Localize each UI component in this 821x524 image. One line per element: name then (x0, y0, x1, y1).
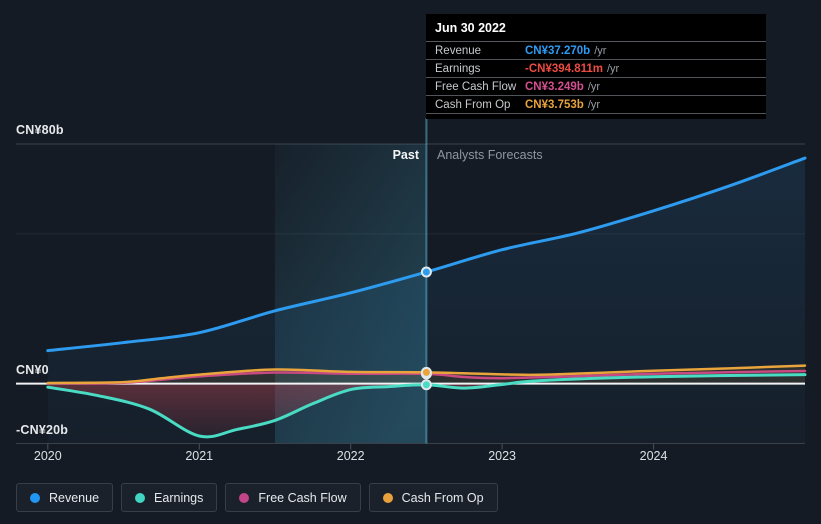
legend-item-earnings[interactable]: Earnings (121, 483, 218, 512)
tooltip-value: -CN¥394.811m (525, 62, 603, 75)
y-axis-label-neg20b: -CN¥20b (16, 422, 69, 437)
cash-from-op-dot-icon (382, 492, 393, 503)
tooltip-row-earnings: Earnings -CN¥394.811m /yr (426, 60, 766, 78)
legend-item-cash-from-op[interactable]: Cash From Op (368, 483, 498, 512)
x-tick-2024: 2024 (639, 449, 668, 463)
financials-chart[interactable]: CN¥80b CN¥0 -CN¥20b 2020 2021 2022 2023 … (0, 0, 821, 524)
x-tick-2020: 2020 (33, 449, 62, 463)
legend-label: Revenue (49, 490, 100, 505)
tooltip-row-revenue: Revenue CN¥37.270b /yr (426, 42, 766, 60)
tooltip-label: Revenue (435, 44, 482, 57)
x-tick-2022: 2022 (336, 449, 365, 463)
legend-label: Cash From Op (401, 490, 484, 505)
tooltip-unit: /yr (587, 98, 601, 111)
marker-revenue (420, 266, 432, 278)
tooltip-row-free-cash-flow: Free Cash Flow CN¥3.249b /yr (426, 78, 766, 96)
tooltip-date: Jun 30 2022 (426, 14, 766, 42)
forecast-annotation: Analysts Forecasts (437, 148, 543, 162)
legend-item-free-cash-flow[interactable]: Free Cash Flow (225, 483, 361, 512)
tooltip-value: CN¥3.753b (525, 98, 584, 111)
past-annotation: Past (392, 148, 419, 162)
y-axis-label-0: CN¥0 (16, 362, 49, 377)
legend-label: Free Cash Flow (258, 490, 347, 505)
legend-item-revenue[interactable]: Revenue (16, 483, 114, 512)
revenue-dot-icon (30, 492, 40, 503)
chart-tooltip: Jun 30 2022 Revenue CN¥37.270b /yr Earni… (426, 14, 766, 119)
marker-cash-from-op (420, 366, 432, 378)
x-tick-2023: 2023 (488, 449, 517, 463)
earnings-dot-icon (135, 492, 146, 503)
x-tick-2021: 2021 (185, 449, 214, 463)
tooltip-label: Cash From Op (435, 98, 511, 111)
legend-label: Earnings (154, 490, 204, 505)
tooltip-unit: /yr (587, 80, 601, 93)
tooltip-unit: /yr (594, 44, 607, 57)
tooltip-label: Earnings (435, 62, 481, 75)
tooltip-value: CN¥37.270b (525, 44, 591, 57)
free-cash-flow-dot-icon (239, 492, 250, 503)
chart-legend: Revenue Earnings Free Cash Flow Cash Fro… (16, 483, 498, 512)
marker-earnings (420, 379, 432, 391)
tooltip-row-cash-from-op: Cash From Op CN¥3.753b /yr (426, 96, 766, 114)
y-axis-label-80b: CN¥80b (16, 123, 64, 137)
tooltip-value: CN¥3.249b (525, 80, 584, 93)
tooltip-unit: /yr (607, 62, 620, 75)
tooltip-label: Free Cash Flow (435, 80, 517, 93)
